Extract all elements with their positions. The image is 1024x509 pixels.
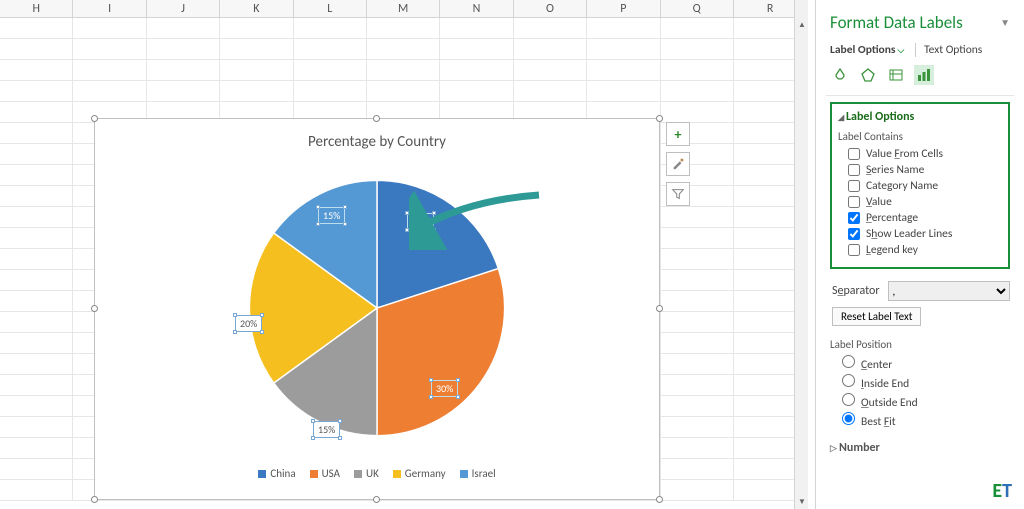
resize-handle[interactable] [91, 305, 98, 312]
chart-title[interactable]: Percentage by Country [95, 133, 659, 151]
legend-item[interactable]: USA [310, 467, 340, 480]
chart-flyout-buttons: + [666, 122, 690, 206]
label-options-section: Label Options Label Contains Value From … [830, 102, 1010, 269]
section-label-options[interactable]: Label Options [838, 110, 1002, 124]
tab-text-options[interactable]: Text Options [915, 43, 982, 57]
separator-select[interactable]: , [888, 281, 1010, 301]
checkbox-percentage[interactable]: Percentage [848, 211, 1002, 225]
resize-handle[interactable] [656, 496, 663, 503]
scroll-up-icon[interactable]: ▲ [795, 18, 809, 32]
tab-label-options[interactable]: Label Options [830, 43, 904, 57]
data-label-usa[interactable]: 30% [431, 380, 458, 397]
label-position-heading: Label Position [830, 338, 1010, 351]
col-header[interactable]: M [367, 0, 440, 17]
resize-handle[interactable] [91, 496, 98, 503]
resize-handle[interactable] [373, 115, 380, 122]
col-header[interactable]: I [73, 0, 146, 17]
section-number[interactable]: Number [830, 441, 1010, 455]
col-header[interactable]: N [440, 0, 513, 17]
label-options-icon[interactable] [914, 65, 934, 85]
chart-elements-button[interactable]: + [666, 122, 690, 146]
legend-item[interactable]: UK [354, 467, 379, 480]
brush-icon [671, 157, 685, 171]
checkbox-value-from-cells[interactable]: Value From Cells [848, 147, 1002, 161]
column-header-row: H I J K L M N O P Q R [0, 0, 808, 18]
checkbox-show-leader-lines[interactable]: Show Leader Lines [848, 227, 1002, 241]
data-label-uk[interactable]: 15% [313, 421, 340, 438]
vertical-scrollbar[interactable]: ▲ ▼ [794, 0, 808, 509]
fill-line-icon[interactable] [830, 65, 850, 85]
pane-title: Format Data Labels [830, 12, 963, 33]
checkbox-legend-key[interactable]: Legend key [848, 243, 1002, 257]
label-contains-heading: Label Contains [838, 130, 1002, 143]
col-header[interactable]: K [220, 0, 293, 17]
pane-menu-caret-icon[interactable]: ▼ [1000, 16, 1010, 29]
col-header[interactable]: L [294, 0, 367, 17]
size-props-icon[interactable] [886, 65, 906, 85]
radio-center[interactable]: Center [842, 355, 1010, 372]
data-label-germany[interactable]: 20% [235, 315, 262, 332]
radio-inside-end[interactable]: Inside End [842, 374, 1010, 391]
plus-icon: + [675, 126, 682, 143]
separator-label: Separator [832, 284, 880, 298]
checkbox-series-name[interactable]: Series Name [848, 163, 1002, 177]
chart-filters-button[interactable] [666, 182, 690, 206]
scroll-down-icon[interactable]: ▼ [795, 495, 809, 509]
checkbox-category-name[interactable]: Category Name [848, 179, 1002, 193]
pie-chart[interactable] [232, 163, 522, 453]
reset-label-text-button[interactable]: Reset Label Text [832, 307, 921, 326]
resize-handle[interactable] [91, 115, 98, 122]
radio-outside-end[interactable]: Outside End [842, 393, 1010, 410]
legend-item[interactable]: Israel [460, 467, 496, 480]
effects-icon[interactable] [858, 65, 878, 85]
et-logo: ET [992, 479, 1012, 503]
resize-handle[interactable] [656, 305, 663, 312]
data-label-israel[interactable]: 15% [318, 207, 345, 224]
col-header[interactable]: J [147, 0, 220, 17]
col-header[interactable]: H [0, 0, 73, 17]
resize-handle[interactable] [373, 496, 380, 503]
col-header[interactable]: Q [661, 0, 734, 17]
chart-object[interactable]: Percentage by Country China USA UK Germany I… [94, 118, 660, 500]
checkbox-value[interactable]: Value [848, 195, 1002, 209]
col-header[interactable]: P [587, 0, 660, 17]
format-data-labels-pane: Format Data Labels ▼ Label Options Text … [815, 0, 1020, 509]
chart-legend[interactable]: China USA UK Germany Israel [95, 467, 659, 480]
radio-best-fit[interactable]: Best Fit [842, 412, 1010, 429]
legend-item[interactable]: China [258, 467, 295, 480]
col-header[interactable]: O [514, 0, 587, 17]
data-label-china[interactable]: 20% [407, 213, 434, 230]
resize-handle[interactable] [656, 115, 663, 122]
funnel-icon [671, 187, 685, 201]
chart-styles-button[interactable] [666, 152, 690, 176]
legend-item[interactable]: Germany [393, 467, 446, 480]
